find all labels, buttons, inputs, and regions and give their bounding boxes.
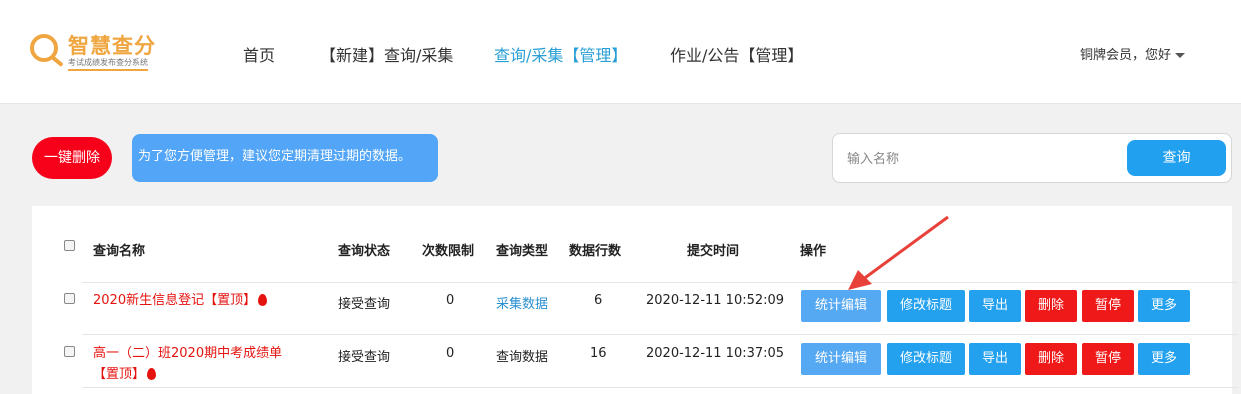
col-header-type: 查询类型 <box>496 244 549 259</box>
row-limit: 0 <box>446 293 455 308</box>
col-header-status: 查询状态 <box>338 244 391 259</box>
chevron-down-icon <box>1175 53 1186 58</box>
fire-icon <box>147 367 157 380</box>
row-limit: 0 <box>446 346 455 361</box>
row-submit-time: 2020-12-11 10:37:05 <box>646 346 785 361</box>
edit-title-button[interactable]: 修改标题 <box>887 290 965 322</box>
row-name[interactable]: 高一（二）班2020期中考成绩单 【置顶】 <box>93 343 313 385</box>
row-type: 查询数据 <box>496 350 549 365</box>
row-submit-time: 2020-12-11 10:52:09 <box>646 293 785 308</box>
nav-new-query[interactable]: 【新建】查询/采集 <box>320 42 453 66</box>
col-header-rows: 数据行数 <box>569 244 622 259</box>
row-status: 接受查询 <box>338 350 391 365</box>
row-divider <box>82 387 1238 388</box>
row-name-text: 2020新生信息登记 <box>93 293 205 308</box>
stats-edit-button[interactable]: 统计编辑 <box>801 290 881 322</box>
export-button[interactable]: 导出 <box>969 343 1021 375</box>
cleanup-tip: 为了您方便管理，建议您定期清理过期的数据。 <box>132 134 438 182</box>
row-data-count: 16 <box>590 346 607 361</box>
row-divider <box>82 334 1238 335</box>
fire-icon <box>258 293 268 306</box>
delete-button[interactable]: 删除 <box>1025 343 1077 375</box>
nav-home[interactable]: 首页 <box>243 42 275 66</box>
pause-button[interactable]: 暂停 <box>1082 290 1134 322</box>
nav-manage-query[interactable]: 查询/采集【管理】 <box>494 42 627 66</box>
row-divider <box>82 282 1238 283</box>
row-checkbox[interactable] <box>64 346 75 357</box>
row-status: 接受查询 <box>338 297 391 312</box>
delete-button[interactable]: 删除 <box>1025 290 1077 322</box>
edit-title-button[interactable]: 修改标题 <box>887 343 965 375</box>
pause-button[interactable]: 暂停 <box>1082 343 1134 375</box>
logo-subtitle: 考试成绩发布查分系统 <box>68 57 148 71</box>
col-header-limit: 次数限制 <box>422 244 475 259</box>
row-data-count: 6 <box>594 293 603 308</box>
pinned-label: 【置顶】 <box>204 293 257 308</box>
nav-manage-homework[interactable]: 作业/公告【管理】 <box>670 42 803 66</box>
delete-all-button[interactable]: 一键删除 <box>32 137 112 179</box>
col-header-time: 提交时间 <box>687 244 740 259</box>
col-header-actions: 操作 <box>800 244 827 259</box>
top-header: 智慧查分 考试成绩发布查分系统 首页 【新建】查询/采集 查询/采集【管理】 作… <box>0 0 1241 104</box>
search-button[interactable]: 查询 <box>1127 140 1226 176</box>
row-type-link[interactable]: 采集数据 <box>496 293 548 312</box>
search-input[interactable] <box>845 146 1129 172</box>
search-logo-handle <box>50 54 64 68</box>
more-button[interactable]: 更多 <box>1138 290 1190 322</box>
select-all-checkbox[interactable] <box>64 240 75 251</box>
row-checkbox[interactable] <box>64 293 75 304</box>
row-name-text: 高一（二）班2020期中考成绩单 <box>93 346 283 361</box>
more-button[interactable]: 更多 <box>1138 343 1190 375</box>
logo-title: 智慧查分 <box>68 34 156 58</box>
search-box: 查询 <box>832 133 1232 183</box>
user-greeting: 铜牌会员，您好 <box>1080 48 1172 63</box>
pinned-label: 【置顶】 <box>93 367 146 382</box>
user-menu[interactable]: 铜牌会员，您好 <box>1080 44 1186 63</box>
col-header-name: 查询名称 <box>93 244 146 259</box>
stats-edit-button[interactable]: 统计编辑 <box>801 343 881 375</box>
query-table: 查询名称 查询状态 次数限制 查询类型 数据行数 提交时间 操作 2020新生信… <box>32 206 1238 394</box>
app-logo[interactable]: 智慧查分 考试成绩发布查分系统 <box>30 30 165 76</box>
row-name[interactable]: 2020新生信息登记【置顶】 <box>93 290 268 311</box>
export-button[interactable]: 导出 <box>969 290 1021 322</box>
